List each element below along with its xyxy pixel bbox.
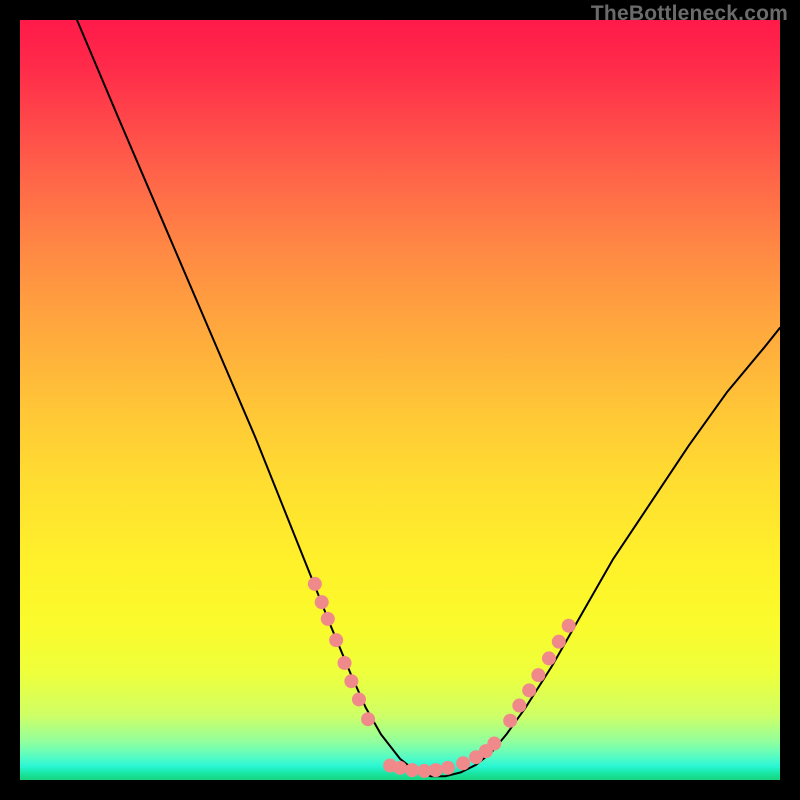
data-point: [542, 651, 556, 665]
data-point: [361, 712, 375, 726]
data-point: [315, 595, 329, 609]
data-point: [552, 635, 566, 649]
data-point: [503, 714, 517, 728]
data-point: [344, 674, 358, 688]
chart-svg: [20, 20, 780, 780]
data-point: [321, 612, 335, 626]
data-point: [405, 763, 419, 777]
chart-frame: TheBottleneck.com: [0, 0, 800, 800]
data-point: [522, 683, 536, 697]
plot-area: [20, 20, 780, 780]
data-points: [308, 577, 576, 778]
data-point: [456, 756, 470, 770]
bottleneck-curve: [77, 20, 780, 776]
data-point: [329, 633, 343, 647]
data-point: [487, 737, 501, 751]
data-point: [338, 656, 352, 670]
data-point: [429, 763, 443, 777]
data-point: [393, 761, 407, 775]
curve-line: [77, 20, 780, 776]
data-point: [562, 619, 576, 633]
data-point: [308, 577, 322, 591]
data-point: [352, 692, 366, 706]
data-point: [441, 761, 455, 775]
data-point: [512, 699, 526, 713]
data-point: [531, 668, 545, 682]
